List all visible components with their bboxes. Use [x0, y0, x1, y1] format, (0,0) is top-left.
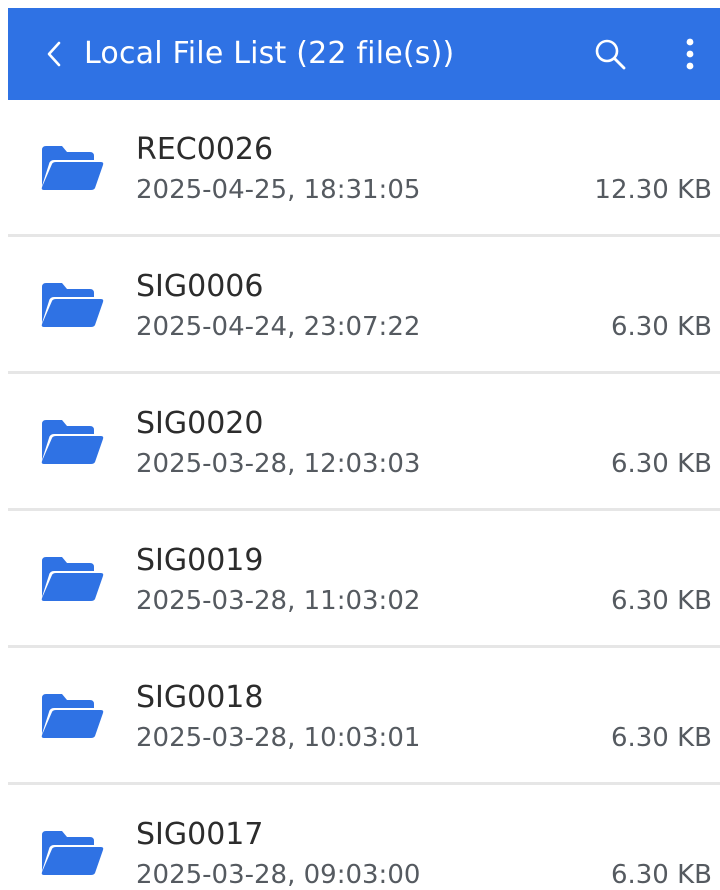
file-list-screen: Local File List (22 file(s)) REC0026 202…: [0, 0, 720, 890]
more-options-button[interactable]: [672, 32, 708, 76]
file-name: REC0026: [136, 132, 274, 167]
file-size: 6.30 KB: [610, 449, 712, 479]
status-strip: [0, 0, 720, 8]
chevron-left-icon: [47, 41, 61, 67]
page-title: Local File List (22 file(s)): [84, 36, 455, 71]
folder-icon: [41, 420, 104, 464]
file-list-item[interactable]: SIG0020 2025-03-28, 12:03:03 6.30 KB: [8, 374, 720, 508]
file-datetime: 2025-03-28, 10:03:01: [136, 723, 421, 753]
app-bar: Local File List (22 file(s)): [8, 8, 720, 100]
file-datetime: 2025-03-28, 09:03:00: [136, 860, 421, 890]
file-name: SIG0019: [136, 543, 264, 578]
file-datetime: 2025-04-25, 18:31:05: [136, 175, 421, 205]
file-list-item[interactable]: SIG0006 2025-04-24, 23:07:22 6.30 KB: [8, 237, 720, 371]
file-size: 6.30 KB: [610, 312, 712, 342]
search-icon: [595, 39, 626, 70]
folder-icon: [41, 146, 104, 190]
file-list-item[interactable]: REC0026 2025-04-25, 18:31:05 12.30 KB: [8, 100, 720, 234]
file-list: REC0026 2025-04-25, 18:31:05 12.30 KB SI…: [8, 100, 720, 890]
file-size: 6.30 KB: [610, 860, 712, 890]
file-size: 6.30 KB: [610, 723, 712, 753]
file-size: 12.30 KB: [594, 175, 712, 205]
file-list-item[interactable]: SIG0019 2025-03-28, 11:03:02 6.30 KB: [8, 511, 720, 645]
back-button[interactable]: [34, 34, 74, 74]
folder-icon: [41, 283, 104, 327]
file-list-item[interactable]: SIG0018 2025-03-28, 10:03:01 6.30 KB: [8, 648, 720, 782]
file-datetime: 2025-03-28, 11:03:02: [136, 586, 421, 616]
file-datetime: 2025-04-24, 23:07:22: [136, 312, 421, 342]
folder-icon: [41, 694, 104, 738]
file-name: SIG0017: [136, 817, 264, 852]
file-name: SIG0018: [136, 680, 264, 715]
folder-icon: [41, 557, 104, 601]
file-name: SIG0020: [136, 406, 264, 441]
file-name: SIG0006: [136, 269, 264, 304]
file-list-item[interactable]: SIG0017 2025-03-28, 09:03:00 6.30 KB: [8, 785, 720, 890]
more-vert-icon: [686, 38, 694, 70]
file-size: 6.30 KB: [610, 586, 712, 616]
file-datetime: 2025-03-28, 12:03:03: [136, 449, 421, 479]
search-button[interactable]: [590, 34, 630, 74]
folder-icon: [41, 831, 104, 875]
